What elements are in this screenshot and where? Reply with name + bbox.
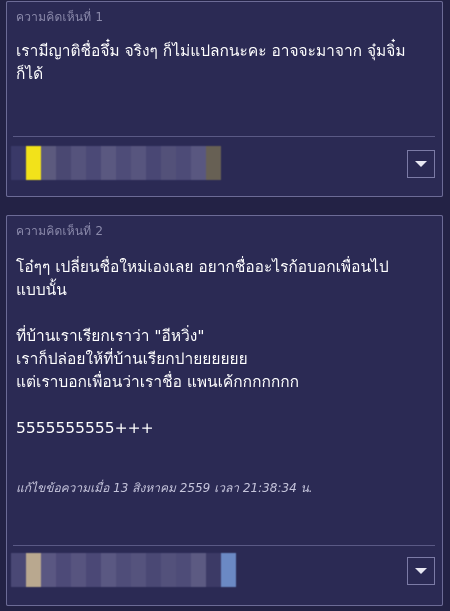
comment-body: เรามีญาติชื่อจึ๋ม จริงๆ ก็ไม่แปลกนะคะ อา…: [16, 40, 426, 86]
comment-line: เราก็ปล่อยให้ที่บ้านเรียกปายยยยยย: [16, 350, 248, 368]
comment-line: ก็ได้: [16, 65, 44, 83]
comment-card-2: ความคิดเห็นที่ 2 โอ๋ๆๆ เปลี่ยนชื่อใหม่เอ…: [6, 215, 443, 606]
comment-blank-line: [16, 394, 432, 417]
comment-divider: [13, 545, 435, 546]
edited-timestamp: แก้ไขข้อความเมื่อ 13 สิงหาคม 2559 เวลา 2…: [16, 481, 313, 495]
comment-line: แบบนั้น: [16, 281, 67, 299]
comment-blank-line: [16, 302, 432, 325]
blurred-author-info[interactable]: [11, 553, 236, 587]
comment-line: เรามีญาติชื่อจึ๋ม จริงๆ ก็ไม่แปลกนะคะ อา…: [16, 42, 406, 60]
comment-body: โอ๋ๆๆ เปลี่ยนชื่อใหม่เองเลย อยากชื่ออะไร…: [16, 256, 432, 440]
blurred-author-info[interactable]: [11, 146, 221, 180]
comment-line: 5555555555+++: [16, 419, 154, 437]
comment-line: แต่เราบอกเพื่อนว่าเราชื่อ แพนเค้กกกกกกก: [16, 373, 299, 391]
comment-card-1: ความคิดเห็นที่ 1 เรามีญาติชื่อจึ๋ม จริงๆ…: [6, 1, 443, 197]
comment-menu-button[interactable]: [407, 150, 435, 178]
chevron-down-icon: [415, 568, 427, 574]
comment-line: ที่บ้านเราเรียกเราว่า "อีหวิ่ง": [16, 327, 205, 345]
comment-number-label: ความคิดเห็นที่ 1: [16, 10, 104, 24]
comment-number-label: ความคิดเห็นที่ 2: [16, 224, 104, 238]
chevron-down-icon: [415, 161, 427, 167]
comment-divider: [13, 136, 435, 137]
comment-line: โอ๋ๆๆ เปลี่ยนชื่อใหม่เองเลย อยากชื่ออะไร…: [16, 258, 389, 276]
comment-menu-button[interactable]: [407, 557, 435, 585]
